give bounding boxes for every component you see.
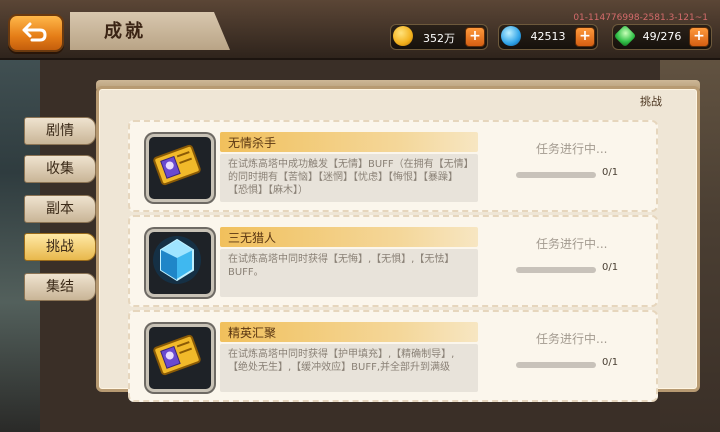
- resource-gold-value: 352万: [423, 32, 455, 45]
- resource-energy: 49/276 +: [612, 24, 712, 50]
- achievement-card: 三无猎人 在试炼高塔中同时获得【无悔】,【无惧】,【无怯】BUFF。 任务进行中…: [128, 215, 658, 307]
- tab-collection[interactable]: 收集: [24, 155, 96, 183]
- achievement-description: 在试炼高塔中同时获得【无悔】,【无惧】,【无怯】BUFF。: [228, 254, 455, 278]
- title-plate: [70, 12, 230, 50]
- achievement-progress-text: 0/1: [602, 357, 619, 368]
- achievement-status: 任务进行中...: [536, 332, 608, 346]
- gold-coin-icon: [393, 26, 413, 46]
- back-arrow-icon: [22, 22, 47, 42]
- resource-gold: 352万 +: [390, 24, 488, 50]
- top-bar: 成就 01-114776998-2581.3-121~1 352万 + 4251…: [0, 0, 720, 60]
- achievement-icon-frame: [146, 324, 214, 392]
- panel-tab-header: 挑战: [640, 95, 662, 108]
- add-energy-button[interactable]: +: [689, 27, 709, 47]
- tab-story[interactable]: 剧情: [24, 117, 96, 145]
- green-gem-icon: [613, 24, 637, 48]
- achievement-status: 任务进行中...: [536, 237, 608, 251]
- achievement-icon-frame: [146, 229, 214, 297]
- tab-dungeon[interactable]: 副本: [24, 195, 96, 223]
- ticket-icon: [153, 144, 201, 186]
- achievement-progress-bar: [516, 172, 596, 178]
- achievement-card: 精英汇聚 在试炼高塔中同时获得【护甲填充】,【精确制导】,【绝处无生】,【缓冲效…: [128, 310, 658, 402]
- achievement-progress-text: 0/1: [602, 262, 619, 273]
- achievement-progress-bar: [516, 267, 596, 273]
- resource-energy-value: 49/276: [642, 30, 682, 43]
- achievement-icon-frame: [146, 134, 214, 202]
- blue-crystal-icon: [153, 236, 201, 284]
- tab-challenge[interactable]: 挑战: [24, 233, 96, 261]
- add-crystal-button[interactable]: +: [575, 27, 595, 47]
- achievement-title: 精英汇聚: [228, 326, 277, 340]
- blue-crystal-icon: [501, 26, 521, 46]
- achievement-title: 无情杀手: [228, 136, 277, 150]
- tab-assemble[interactable]: 集结: [24, 273, 96, 301]
- page-title: 成就: [104, 21, 146, 42]
- build-id: 01-114776998-2581.3-121~1: [573, 13, 708, 23]
- achievement-description: 在试炼高塔中成功触发【无情】BUFF（在拥有【无情】的同时拥有【苦恼】【迷惘】【…: [228, 159, 469, 196]
- add-gold-button[interactable]: +: [465, 27, 485, 47]
- achievement-card: 无情杀手 在试炼高塔中成功触发【无情】BUFF（在拥有【无情】的同时拥有【苦恼】…: [128, 120, 658, 212]
- achievement-description: 在试炼高塔中同时获得【护甲填充】,【精确制导】,【绝处无生】,【缓冲效应】BUF…: [228, 349, 455, 373]
- resource-crystal-value: 42513: [530, 30, 566, 43]
- achievement-title: 三无猎人: [228, 231, 277, 245]
- resource-crystal: 42513 +: [498, 24, 598, 50]
- ticket-icon: [153, 334, 201, 376]
- achievement-progress-bar: [516, 362, 596, 368]
- achievement-status: 任务进行中...: [536, 142, 608, 156]
- achievement-progress-text: 0/1: [602, 167, 619, 178]
- back-button[interactable]: [8, 14, 64, 52]
